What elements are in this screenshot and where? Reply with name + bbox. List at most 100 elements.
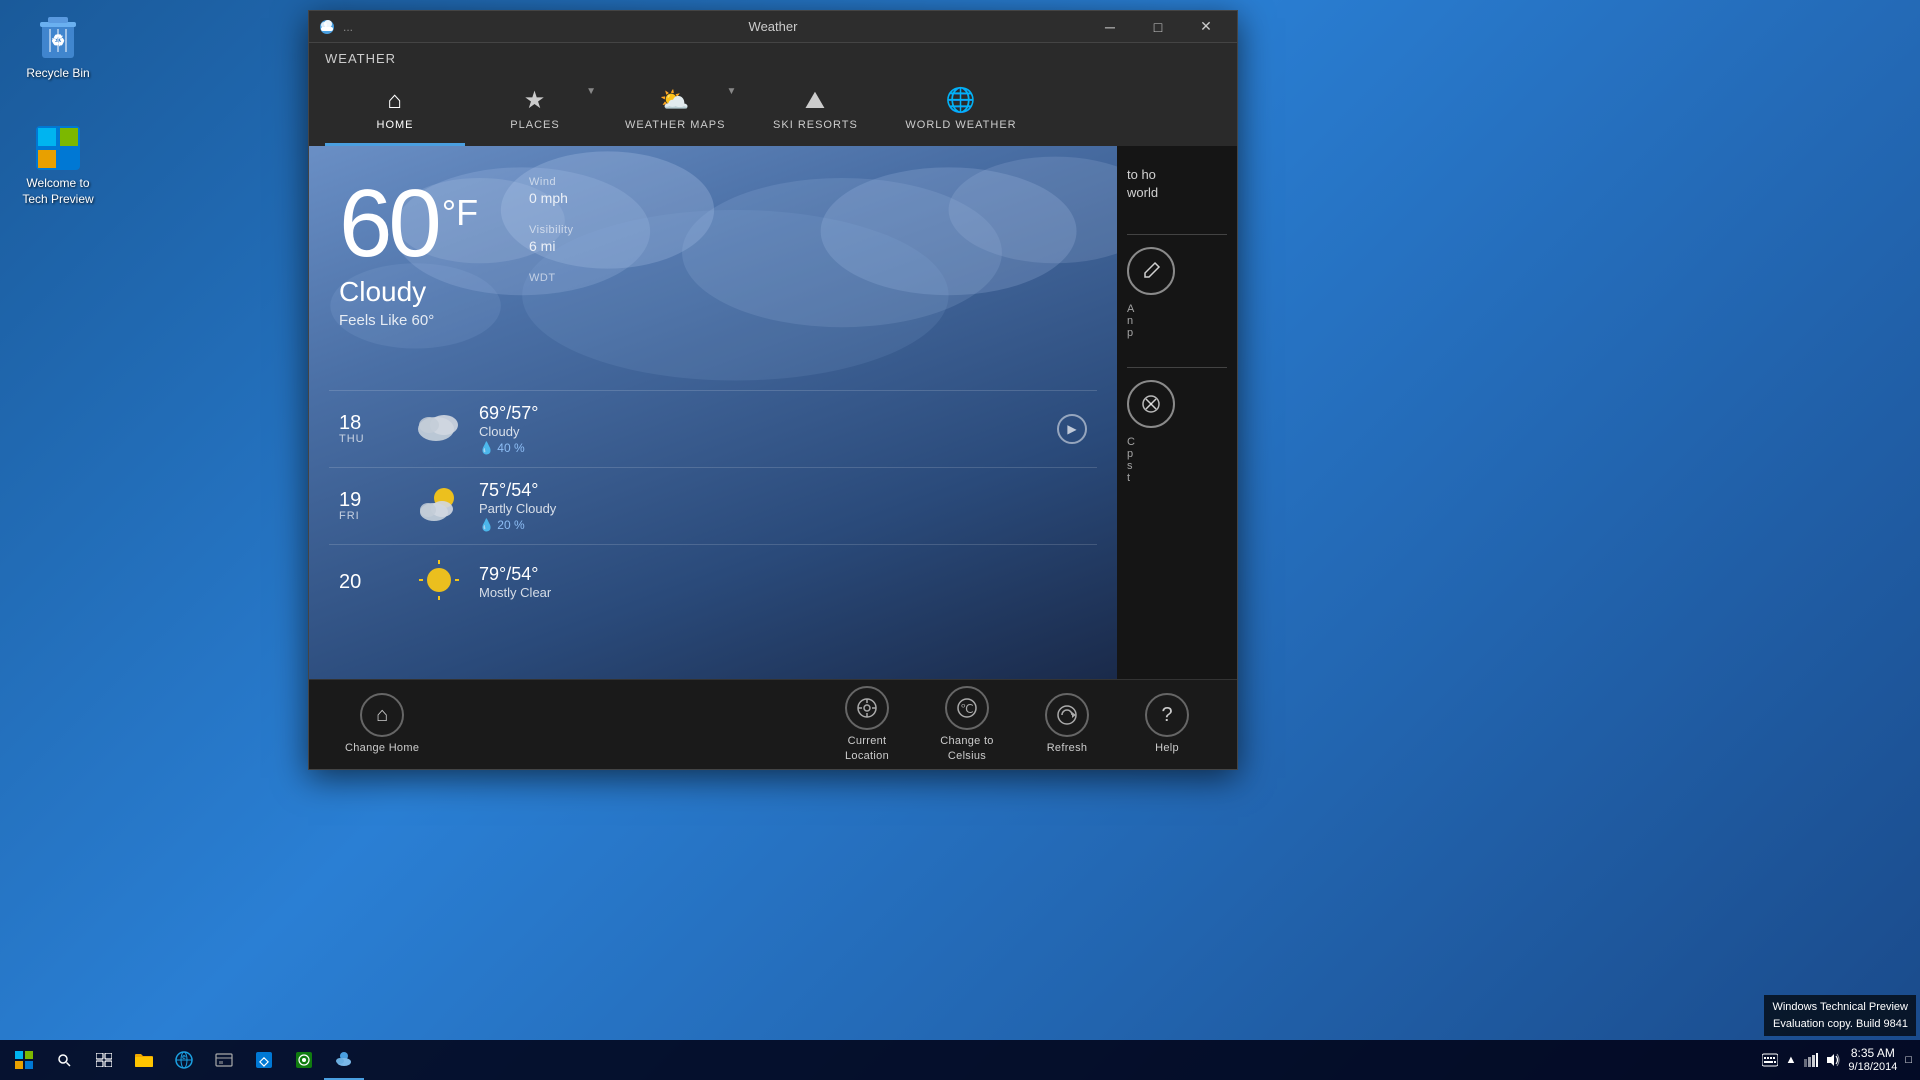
svg-text:℃: ℃ bbox=[960, 702, 973, 716]
help-icon: ? bbox=[1145, 693, 1189, 737]
current-location-label: CurrentLocation bbox=[845, 734, 889, 763]
temperature-value: 60 bbox=[339, 176, 438, 272]
svg-text:◇: ◇ bbox=[258, 1054, 269, 1068]
nav-bar: ⌂ HOME ★ PLACES ▼ ⛅ WEATHER MAPS ▼ ⛰ SKI… bbox=[325, 74, 1221, 146]
forecast-icon-sat bbox=[409, 557, 469, 607]
side-close-action[interactable] bbox=[1127, 380, 1175, 428]
current-location-action[interactable]: CurrentLocation bbox=[817, 678, 917, 771]
weather-details: Wind 0 mph Visibility 6 mi WDT bbox=[529, 176, 574, 302]
keyboard-tray[interactable] bbox=[1758, 1040, 1782, 1080]
window-title: Weather bbox=[749, 19, 798, 34]
forecast-date-sat: 20 bbox=[339, 572, 399, 592]
store-taskbar[interactable]: ◇ bbox=[244, 1040, 284, 1080]
minimize-button[interactable]: ─ bbox=[1087, 11, 1133, 43]
refresh-label: Refresh bbox=[1047, 741, 1088, 755]
tray-time: 8:35 AM bbox=[1851, 1046, 1895, 1060]
welcome-label: Welcome to Tech Preview bbox=[22, 176, 93, 207]
wind-value: 0 mph bbox=[529, 190, 574, 206]
places-nav-icon: ★ bbox=[524, 86, 547, 115]
system-notice: Windows Technical Preview Evaluation cop… bbox=[1764, 995, 1916, 1036]
desktop: ♻ Recycle Bin Welcome to Tech Preview bbox=[0, 0, 1920, 1080]
games-taskbar[interactable] bbox=[284, 1040, 324, 1080]
weather-maps-nav-icon: ⛅ bbox=[660, 86, 691, 115]
change-home-action[interactable]: ⌂ Change Home bbox=[329, 685, 435, 763]
hide-tray-button[interactable]: ▲ bbox=[1782, 1040, 1801, 1080]
recycle-bin-icon: ♻ bbox=[34, 14, 82, 62]
change-celsius-icon: ℃ bbox=[945, 686, 989, 730]
forecast-day-name-fri: FRI bbox=[339, 510, 399, 522]
forecast-day-num-fri: 19 bbox=[339, 490, 399, 510]
title-bar-dots: ... bbox=[343, 20, 353, 34]
current-location-icon bbox=[845, 686, 889, 730]
search-button[interactable] bbox=[44, 1040, 84, 1080]
bottom-bar: ⌂ Change Home CurrentLocation bbox=[309, 679, 1237, 769]
wind-detail: Wind 0 mph bbox=[529, 176, 574, 206]
side-edit-action[interactable] bbox=[1127, 247, 1175, 295]
forecast-info-fri: 75°/54° Partly Cloudy 💧 20 % bbox=[479, 480, 1087, 532]
svg-text:e: e bbox=[182, 1054, 186, 1061]
notifications-tray[interactable]: □ bbox=[1901, 1040, 1916, 1080]
side-panel: to howorld Anp Cpst bbox=[1117, 146, 1237, 679]
forecast-date-fri: 19 FRI bbox=[339, 490, 399, 522]
help-action[interactable]: ? Help bbox=[1117, 685, 1217, 763]
weather-condition: Cloudy bbox=[339, 276, 1087, 308]
clock-tray[interactable]: 8:35 AM 9/18/2014 bbox=[1844, 1040, 1901, 1080]
help-label: Help bbox=[1155, 741, 1179, 755]
system-notice-line1: Windows Technical Preview bbox=[1772, 999, 1908, 1016]
title-bar: ... Weather ─ □ ✕ bbox=[309, 11, 1237, 43]
home-nav-icon: ⌂ bbox=[387, 87, 403, 115]
temperature-display: 60 °F bbox=[339, 176, 1087, 272]
wdt-detail: WDT bbox=[529, 272, 574, 284]
side-divider-1 bbox=[1127, 234, 1227, 235]
nav-places[interactable]: ★ PLACES ▼ bbox=[465, 74, 605, 146]
forecast-info-sat: 79°/54° Mostly Clear bbox=[479, 564, 1087, 600]
start-button[interactable] bbox=[4, 1040, 44, 1080]
file-manager-taskbar[interactable] bbox=[204, 1040, 244, 1080]
visibility-detail: Visibility 6 mi bbox=[529, 224, 574, 254]
side-edit-label: Anp bbox=[1127, 303, 1227, 339]
forecast-icon-fri bbox=[409, 481, 469, 531]
weather-maps-dropdown-icon: ▼ bbox=[727, 86, 738, 97]
places-nav-label: PLACES bbox=[510, 119, 559, 131]
ski-resorts-nav-label: SKI RESORTS bbox=[773, 119, 858, 131]
forecast-day-num-sat: 20 bbox=[339, 572, 399, 592]
task-view-button[interactable] bbox=[84, 1040, 124, 1080]
forecast-item-sat: 20 bbox=[329, 544, 1097, 619]
close-button[interactable]: ✕ bbox=[1183, 11, 1229, 43]
world-weather-nav-icon: 🌐 bbox=[946, 86, 977, 115]
forecast-temps-sat: 79°/54° bbox=[479, 564, 1087, 585]
refresh-action[interactable]: Refresh bbox=[1017, 685, 1117, 763]
recycle-bin-label: Recycle Bin bbox=[26, 66, 89, 82]
window-controls: ─ □ ✕ bbox=[1087, 11, 1229, 43]
side-close-label: Cpst bbox=[1127, 436, 1227, 484]
desktop-icon-recycle-bin[interactable]: ♻ Recycle Bin bbox=[10, 10, 106, 86]
tray-date: 9/18/2014 bbox=[1848, 1061, 1897, 1074]
weather-window: ... Weather ─ □ ✕ WEATHER ⌂ HOME ★ PLACE… bbox=[308, 10, 1238, 770]
side-text-1: to howorld bbox=[1127, 166, 1227, 202]
change-celsius-action[interactable]: ℃ Change toCelsius bbox=[917, 678, 1017, 771]
change-home-label: Change Home bbox=[345, 741, 419, 755]
taskbar: e ◇ bbox=[0, 1040, 1920, 1080]
volume-tray[interactable] bbox=[1822, 1040, 1844, 1080]
weather-taskbar-app[interactable] bbox=[324, 1040, 364, 1080]
system-notice-line2: Evaluation copy. Build 9841 bbox=[1772, 1016, 1908, 1033]
forecast-temps-fri: 75°/54° bbox=[479, 480, 1087, 501]
nav-weather-maps[interactable]: ⛅ WEATHER MAPS ▼ bbox=[605, 74, 745, 146]
current-weather: 60 °F Cloudy Feels Like 60° Wind 0 mph V… bbox=[309, 146, 1117, 369]
main-content: 60 °F Cloudy Feels Like 60° Wind 0 mph V… bbox=[309, 146, 1237, 679]
world-weather-nav-label: WORLD WEATHER bbox=[905, 119, 1016, 131]
network-tray[interactable] bbox=[1800, 1040, 1822, 1080]
visibility-value: 6 mi bbox=[529, 238, 574, 254]
nav-ski-resorts[interactable]: ⛰ SKI RESORTS bbox=[745, 74, 885, 146]
desktop-icon-welcome[interactable]: Welcome to Tech Preview bbox=[10, 120, 106, 211]
maximize-button[interactable]: □ bbox=[1135, 11, 1181, 43]
nav-home[interactable]: ⌂ HOME bbox=[325, 74, 465, 146]
nav-world-weather[interactable]: 🌐 WORLD WEATHER bbox=[885, 74, 1036, 146]
weather-main-panel: 60 °F Cloudy Feels Like 60° Wind 0 mph V… bbox=[309, 146, 1117, 679]
ie-taskbar[interactable]: e bbox=[164, 1040, 204, 1080]
forecast-condition-sat: Mostly Clear bbox=[479, 585, 1087, 600]
file-explorer-taskbar[interactable] bbox=[124, 1040, 164, 1080]
weather-maps-nav-label: WEATHER MAPS bbox=[625, 119, 725, 131]
svg-text:♻: ♻ bbox=[51, 33, 65, 50]
temperature-unit: °F bbox=[442, 192, 478, 234]
